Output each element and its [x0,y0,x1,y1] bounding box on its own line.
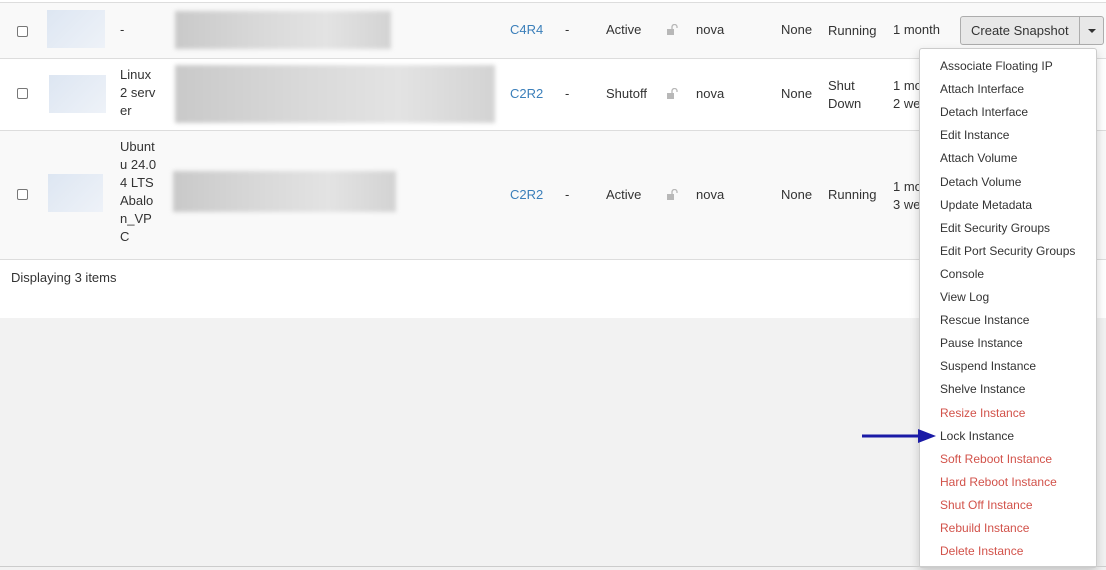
menu-item-detach-interface[interactable]: Detach Interface [940,105,1028,119]
availability-zone: nova [696,22,725,37]
actions-dropdown-toggle[interactable] [1079,16,1104,45]
power-state: Running [828,23,877,38]
instance-thumbnail [47,10,105,48]
keypair: - [565,86,570,101]
power-state: Running [828,187,877,202]
availability-zone: nova [696,86,725,101]
menu-item-shut-off-instance[interactable]: Shut Off Instance [940,498,1033,512]
menu-item-edit-security-groups[interactable]: Edit Security Groups [940,221,1050,235]
create-snapshot-button[interactable]: Create Snapshot [960,16,1080,45]
row-checkbox[interactable] [17,88,28,99]
menu-item-detach-volume[interactable]: Detach Volume [940,175,1021,189]
menu-item-rescue-instance[interactable]: Rescue Instance [940,313,1029,327]
caret-down-icon [1087,29,1096,33]
task: None [781,22,813,37]
age: 1 month [893,22,940,37]
instance-name[interactable]: - [120,21,160,39]
flavor-link[interactable]: C4R4 [510,22,543,37]
instance-name[interactable]: Linux 2 server [120,66,160,120]
availability-zone: nova [696,187,725,202]
menu-item-resize-instance[interactable]: Resize Instance [940,406,1025,420]
unlock-icon [667,88,678,99]
ip-address-redacted [175,11,391,49]
menu-item-pause-instance[interactable]: Pause Instance [940,336,1023,350]
arrow-right-icon [862,429,936,443]
menu-item-associate-floating-ip[interactable]: Associate Floating IP [940,59,1053,73]
page-bottom-border [0,566,1106,567]
keypair: - [565,187,570,202]
row-checkbox[interactable] [17,26,28,37]
row-actions: Create Snapshot [960,16,1104,45]
table-footer-count: Displaying 3 items [11,270,117,285]
task: None [781,187,813,202]
instance-name[interactable]: Ubuntu 24.04 LTS Abalon_VPC [120,138,160,246]
status: Shutoff [606,86,647,101]
menu-item-rebuild-instance[interactable]: Rebuild Instance [940,521,1029,535]
status: Active [606,187,642,202]
unlock-icon [667,24,678,35]
menu-item-console[interactable]: Console [940,267,984,281]
menu-item-shelve-instance[interactable]: Shelve Instance [940,382,1025,396]
flavor-link[interactable]: C2R2 [510,86,543,101]
menu-item-attach-volume[interactable]: Attach Volume [940,151,1017,165]
menu-item-delete-instance[interactable]: Delete Instance [940,544,1023,558]
menu-item-attach-interface[interactable]: Attach Interface [940,82,1024,96]
menu-item-edit-instance[interactable]: Edit Instance [940,128,1009,142]
power-state: Shut Down [828,78,862,111]
menu-item-view-log[interactable]: View Log [940,290,989,304]
menu-item-hard-reboot-instance[interactable]: Hard Reboot Instance [940,475,1057,489]
menu-item-edit-port-security-groups[interactable]: Edit Port Security Groups [940,244,1075,258]
menu-item-update-metadata[interactable]: Update Metadata [940,198,1032,212]
ip-address-redacted [175,65,495,123]
actions-dropdown-menu: Associate Floating IP Attach Interface Det… [919,48,1097,568]
flavor-link[interactable]: C2R2 [510,187,543,202]
menu-item-suspend-instance[interactable]: Suspend Instance [940,359,1036,373]
status: Active [606,22,642,37]
unlock-icon [667,189,678,200]
instance-thumbnail [48,174,103,212]
menu-item-lock-instance[interactable]: Lock Instance [940,429,1014,443]
instance-thumbnail [49,75,106,113]
ip-address-redacted [173,171,396,212]
menu-item-soft-reboot-instance[interactable]: Soft Reboot Instance [940,452,1052,466]
keypair: - [565,22,570,37]
task: None [781,86,813,101]
row-checkbox[interactable] [17,189,28,200]
